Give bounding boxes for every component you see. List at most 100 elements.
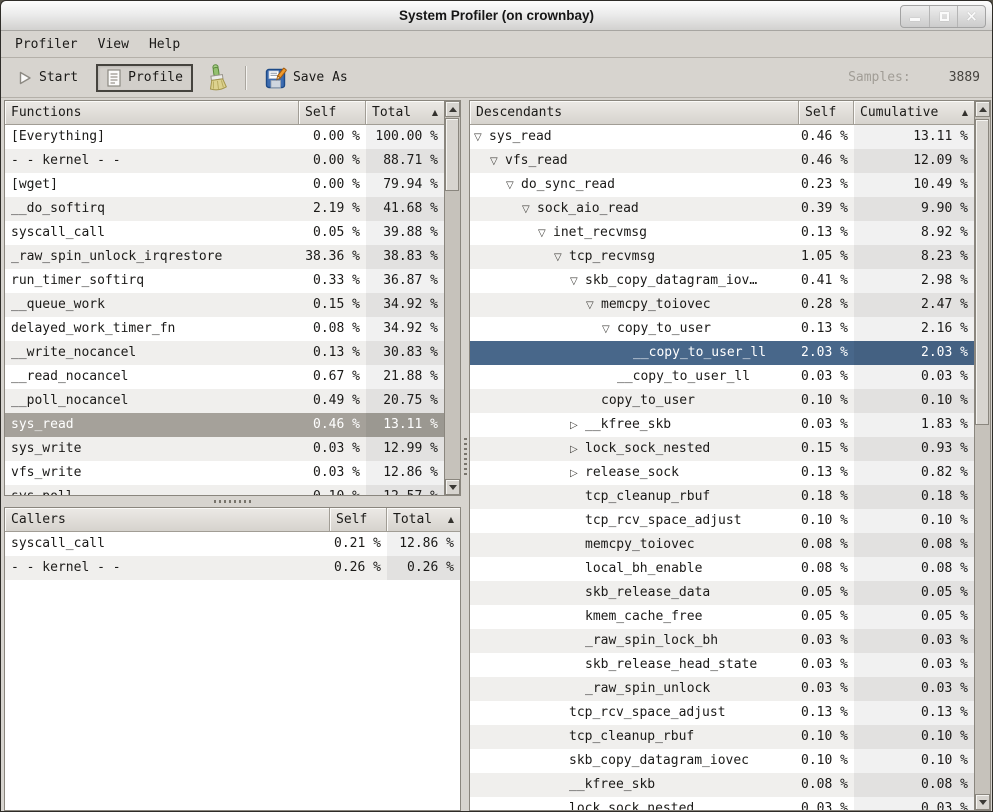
minimize-button[interactable] — [901, 6, 929, 27]
table-row[interactable]: syscall_call 0.21 % 12.86 % — [5, 532, 460, 556]
function-name-label: lock_sock_nested — [569, 801, 694, 810]
tree-row[interactable]: __kfree_skb 0.08 % 0.08 % — [470, 773, 974, 797]
vertical-splitter[interactable] — [461, 100, 469, 811]
table-row[interactable]: sys_read 0.46 % 13.11 % — [5, 413, 444, 437]
expander-icon[interactable] — [570, 438, 585, 461]
table-row[interactable]: delayed_work_timer_fn 0.08 % 34.92 % — [5, 317, 444, 341]
menu-item[interactable]: Profiler — [5, 33, 88, 56]
scroll-up-button[interactable] — [975, 101, 990, 117]
titlebar[interactable]: System Profiler (on crownbay) × — [1, 1, 992, 31]
tree-row[interactable]: __copy_to_user_ll 2.03 % 2.03 % — [470, 341, 974, 365]
table-row[interactable]: __poll_nocancel 0.49 % 20.75 % — [5, 389, 444, 413]
column-header-label: Total — [393, 509, 432, 531]
table-row[interactable]: __read_nocancel 0.67 % 21.88 % — [5, 365, 444, 389]
column-header-functions[interactable]: Functions — [5, 101, 299, 125]
tree-row[interactable]: memcpy_toiovec 0.08 % 0.08 % — [470, 533, 974, 557]
tree-row[interactable]: _raw_spin_unlock 0.03 % 0.03 % — [470, 677, 974, 701]
column-header-total[interactable]: Total ▲ — [366, 101, 444, 125]
tree-row[interactable]: kmem_cache_free 0.05 % 0.05 % — [470, 605, 974, 629]
tree-row[interactable]: lock_sock_nested 0.03 % 0.03 % — [470, 797, 974, 810]
expander-icon[interactable] — [506, 174, 521, 197]
cumulative-percent: 0.08 % — [854, 773, 974, 797]
column-header-self[interactable]: Self — [299, 101, 366, 125]
tree-row[interactable]: local_bh_enable 0.08 % 0.08 % — [470, 557, 974, 581]
expander-icon[interactable] — [602, 318, 617, 341]
menu-item[interactable]: View — [88, 33, 139, 56]
close-button[interactable]: × — [957, 6, 985, 27]
tree-row[interactable]: tcp_cleanup_rbuf 0.18 % 0.18 % — [470, 485, 974, 509]
tree-row[interactable]: __kfree_skb 0.03 % 1.83 % — [470, 413, 974, 437]
expander-icon[interactable] — [490, 150, 505, 173]
save-as-button[interactable]: Save As — [257, 62, 356, 94]
table-row[interactable]: - - kernel - - 0.00 % 88.71 % — [5, 149, 444, 173]
column-header-callers[interactable]: Callers — [5, 508, 330, 532]
scroll-up-button[interactable] — [445, 101, 460, 117]
scrollbar-track[interactable] — [445, 117, 460, 479]
maximize-button[interactable] — [929, 6, 957, 27]
expander-icon[interactable] — [570, 414, 585, 437]
table-row[interactable]: run_timer_softirq 0.33 % 36.87 % — [5, 269, 444, 293]
tree-row[interactable]: tcp_rcv_space_adjust 0.10 % 0.10 % — [470, 509, 974, 533]
cumulative-percent: 0.18 % — [854, 485, 974, 509]
table-row[interactable]: __do_softirq 2.19 % 41.68 % — [5, 197, 444, 221]
menu-item[interactable]: Help — [139, 33, 190, 56]
table-row[interactable]: sys_poll 0.10 % 12.57 % — [5, 485, 444, 495]
profile-toggle-button[interactable]: Profile — [96, 64, 193, 92]
scroll-down-button[interactable] — [975, 794, 990, 810]
expander-icon[interactable] — [554, 246, 569, 269]
expander-icon[interactable] — [522, 198, 537, 221]
tree-row[interactable]: memcpy_toiovec 0.28 % 2.47 % — [470, 293, 974, 317]
table-row[interactable]: [wget] 0.00 % 79.94 % — [5, 173, 444, 197]
tree-row[interactable]: skb_release_data 0.05 % 0.05 % — [470, 581, 974, 605]
reset-view-button[interactable] — [199, 59, 235, 97]
scrollbar-thumb[interactable] — [445, 118, 459, 191]
tree-row[interactable]: tcp_cleanup_rbuf 0.10 % 0.10 % — [470, 725, 974, 749]
tree-row[interactable]: do_sync_read 0.23 % 10.49 % — [470, 173, 974, 197]
horizontal-splitter[interactable] — [4, 496, 461, 507]
table-row[interactable]: __write_nocancel 0.13 % 30.83 % — [5, 341, 444, 365]
tree-row[interactable]: tcp_recvmsg 1.05 % 8.23 % — [470, 245, 974, 269]
tree-row[interactable]: inet_recvmsg 0.13 % 8.92 % — [470, 221, 974, 245]
tree-row[interactable]: copy_to_user 0.10 % 0.10 % — [470, 389, 974, 413]
column-header-cumulative[interactable]: Cumulative ▲ — [854, 101, 974, 125]
functions-scrollbar[interactable] — [444, 101, 460, 495]
tree-row[interactable]: sock_aio_read 0.39 % 9.90 % — [470, 197, 974, 221]
tree-row[interactable]: sys_read 0.46 % 13.11 % — [470, 125, 974, 149]
expander-icon[interactable] — [586, 294, 601, 317]
tree-row[interactable]: lock_sock_nested 0.15 % 0.93 % — [470, 437, 974, 461]
tree-row[interactable]: release_sock 0.13 % 0.82 % — [470, 461, 974, 485]
tree-row[interactable]: vfs_read 0.46 % 12.09 % — [470, 149, 974, 173]
table-row[interactable]: __queue_work 0.15 % 34.92 % — [5, 293, 444, 317]
table-row[interactable]: sys_write 0.03 % 12.99 % — [5, 437, 444, 461]
tree-row[interactable]: copy_to_user 0.13 % 2.16 % — [470, 317, 974, 341]
cumulative-percent: 13.11 % — [854, 125, 974, 149]
scrollbar-track[interactable] — [975, 117, 990, 794]
column-header-total[interactable]: Total ▲ — [387, 508, 460, 532]
function-name: copy_to_user — [470, 389, 799, 413]
table-row[interactable]: syscall_call 0.05 % 39.88 % — [5, 221, 444, 245]
table-row[interactable]: vfs_write 0.03 % 12.86 % — [5, 461, 444, 485]
tree-row[interactable]: skb_copy_datagram_iov… 0.41 % 2.98 % — [470, 269, 974, 293]
expander-icon[interactable] — [538, 222, 553, 245]
tree-row[interactable]: skb_copy_datagram_iovec 0.10 % 0.10 % — [470, 749, 974, 773]
table-row[interactable]: - - kernel - - 0.26 % 0.26 % — [5, 556, 460, 580]
column-header-self[interactable]: Self — [330, 508, 387, 532]
tree-row[interactable]: skb_release_head_state 0.03 % 0.03 % — [470, 653, 974, 677]
tree-row[interactable]: __copy_to_user_ll 0.03 % 0.03 % — [470, 365, 974, 389]
tree-row[interactable]: _raw_spin_lock_bh 0.03 % 0.03 % — [470, 629, 974, 653]
expander-icon[interactable] — [570, 270, 585, 293]
expander-icon[interactable] — [474, 126, 489, 149]
function-name: run_timer_softirq — [5, 269, 299, 293]
table-row[interactable]: [Everything] 0.00 % 100.00 % — [5, 125, 444, 149]
scrollbar-thumb[interactable] — [975, 119, 989, 425]
start-button[interactable]: Start — [9, 65, 86, 91]
expander-icon[interactable] — [570, 462, 585, 485]
column-header-self[interactable]: Self — [799, 101, 854, 125]
scroll-down-button[interactable] — [445, 479, 460, 495]
descendants-scrollbar[interactable] — [974, 101, 990, 810]
function-name: _raw_spin_unlock — [470, 677, 799, 701]
tree-row[interactable]: tcp_rcv_space_adjust 0.13 % 0.13 % — [470, 701, 974, 725]
table-row[interactable]: _raw_spin_unlock_irqrestore 38.36 % 38.8… — [5, 245, 444, 269]
function-name-label: memcpy_toiovec — [585, 537, 695, 552]
column-header-descendants[interactable]: Descendants — [470, 101, 799, 125]
